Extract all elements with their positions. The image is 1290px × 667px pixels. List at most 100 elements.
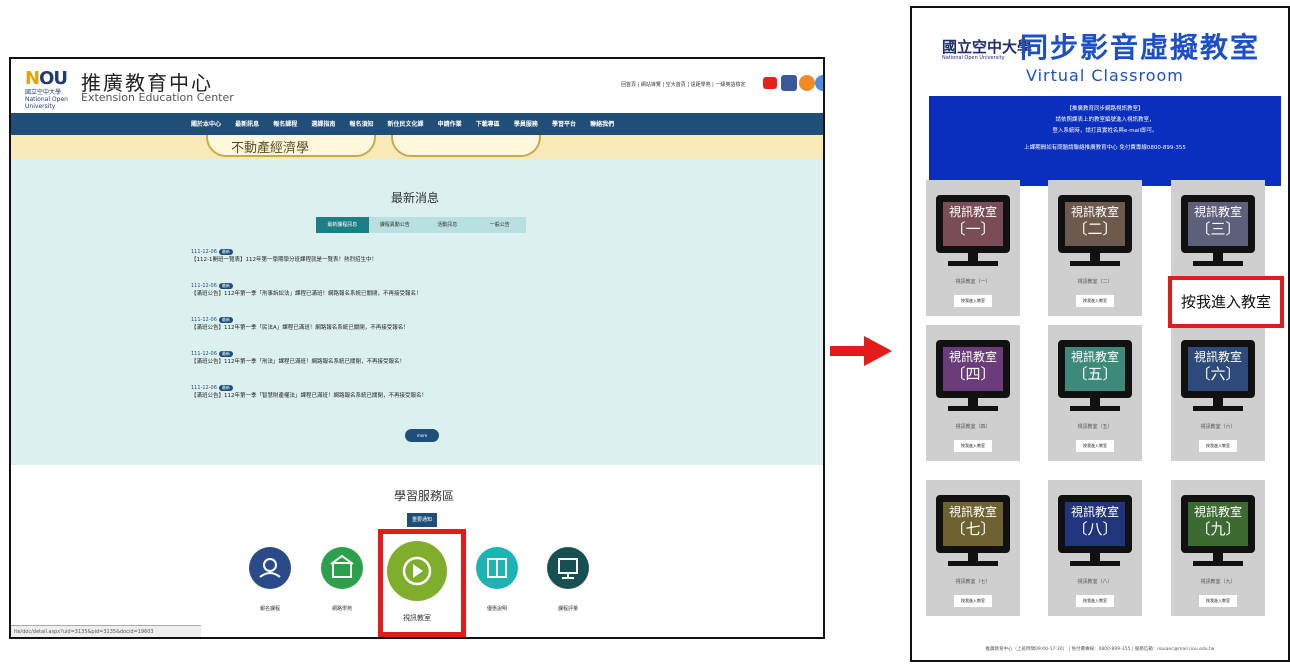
- classroom-card[interactable]: 視訊教室 〔八〕視訊教室（八） 按我進入教室: [1048, 480, 1142, 616]
- monitor-stand: [1213, 553, 1223, 561]
- course-banner[interactable]: 不動產經濟學: [11, 135, 823, 159]
- tab-events[interactable]: 活動訊息: [421, 217, 474, 233]
- nav-item-apply[interactable]: 申請作業: [438, 121, 462, 128]
- classroom-card[interactable]: 視訊教室 〔四〕 視訊教室（四） 按我進入教室: [926, 325, 1020, 461]
- virtual-classroom-screenshot: 國立空中大學 National Open University 同步影音虛擬教室…: [910, 6, 1290, 662]
- nav-item-culture[interactable]: 新住民文化課: [388, 121, 424, 128]
- news-text[interactable]: 【滿班公告】112年第一季「刑事訴訟法」課程已滿班！網路報名系統已關閉，不再接受…: [191, 291, 422, 297]
- new-badge: 最新: [218, 249, 233, 255]
- monitor-stand: [968, 253, 978, 261]
- classroom-screen: 視訊教室 〔六〕: [1188, 347, 1248, 391]
- monitor-icon[interactable]: 視訊教室 〔四〕: [936, 340, 1010, 398]
- enter-classroom-callout[interactable]: 按我進入教室: [1168, 276, 1284, 328]
- news-item[interactable]: 111-12-06 最新 【滿班公告】112年第一季「智慧財產權法」課程已滿班！網…: [191, 385, 427, 399]
- monitor-stand: [1213, 253, 1223, 261]
- monitor-base: [948, 561, 998, 566]
- important-notice-button[interactable]: 重要通知: [407, 513, 437, 527]
- nav-item-guide[interactable]: 選課指南: [311, 121, 335, 128]
- enter-classroom-button[interactable]: 按我進入教室: [1199, 440, 1237, 452]
- classroom-label: 視訊教室（九）: [1200, 579, 1236, 585]
- classroom-title: 視訊教室: [1070, 205, 1119, 219]
- enter-classroom-button[interactable]: 按我進入教室: [1076, 595, 1114, 607]
- nav-item-about[interactable]: 關於本中心: [191, 121, 221, 128]
- new-badge: 最新: [218, 385, 233, 391]
- monitor-icon[interactable]: 視訊教室 〔一〕: [936, 195, 1010, 253]
- highlight-box: [378, 529, 466, 637]
- classroom-label: 視訊教室（八）: [1077, 579, 1113, 585]
- nav-item-service[interactable]: 學員服務: [514, 121, 538, 128]
- monitor-icon[interactable]: 視訊教室 〔三〕: [1181, 195, 1255, 253]
- nav-item-contact[interactable]: 聯絡我們: [590, 121, 614, 128]
- search-icon[interactable]: [815, 75, 823, 91]
- news-text[interactable]: 【滿班公告】112年第一季「智慧財產權法」課程已滿班！網路報名系統已關閉，不再接…: [191, 393, 427, 399]
- online-school-icon[interactable]: [321, 547, 363, 589]
- top-links[interactable]: 回首頁 | 網站導覽 | 空大首頁 | 遠距學苑 | 一級英語檢定: [621, 81, 745, 88]
- enter-classroom-button[interactable]: 按我進入教室: [1199, 595, 1237, 607]
- monitor-icon[interactable]: 視訊教室 〔二〕: [1058, 195, 1132, 253]
- monitor-icon[interactable]: 視訊教室 〔七〕: [936, 495, 1010, 553]
- classroom-card[interactable]: 視訊教室 〔二〕視訊教室（二） 按我進入教室: [1048, 180, 1142, 316]
- classroom-screen: 視訊教室 〔八〕: [1065, 502, 1125, 546]
- footer-contact: 推廣教育中心（上班時間09:00-17:30） | 免付費專線：0800-899…: [985, 647, 1215, 652]
- more-button[interactable]: more: [405, 429, 439, 442]
- tab-latest-courses[interactable]: 最新課程訊息: [316, 217, 369, 233]
- new-badge: 最新: [218, 283, 233, 289]
- register-course-icon[interactable]: [249, 547, 291, 589]
- enter-classroom-button[interactable]: 按我進入教室: [1076, 295, 1114, 307]
- tab-course-changes[interactable]: 課程異動公告: [369, 217, 422, 233]
- classroom-label: 視訊教室（七）: [955, 579, 991, 585]
- monitor-icon[interactable]: 視訊教室 〔八〕: [1058, 495, 1132, 553]
- news-date: 111-12-06: [191, 249, 217, 255]
- enter-classroom-button[interactable]: 按我進入教室: [954, 440, 992, 452]
- tab-general[interactable]: 一般公告: [474, 217, 527, 233]
- banner-text: 不動產經濟學: [231, 141, 310, 156]
- share-icon[interactable]: [799, 75, 815, 91]
- facebook-icon[interactable]: [781, 75, 797, 91]
- site-title-en: Extension Education Center: [81, 91, 234, 104]
- classroom-number: 〔九〕: [1195, 520, 1241, 538]
- enter-classroom-button[interactable]: 按我進入教室: [954, 295, 992, 307]
- classroom-screen: 視訊教室 〔一〕: [943, 202, 1003, 246]
- news-section: 最新消息 最新課程訊息 課程異動公告 活動訊息 一般公告 111-12-06 最新…: [11, 159, 823, 465]
- classroom-card[interactable]: 視訊教室 〔七〕視訊教室（七） 按我進入教室: [926, 480, 1020, 616]
- monitor-icon[interactable]: [547, 547, 589, 589]
- nou-logo[interactable]: NOU: [25, 68, 68, 89]
- classroom-card[interactable]: 視訊教室 〔六〕 視訊教室（六） 按我進入教室: [1171, 325, 1265, 461]
- nav-item-platform[interactable]: 學習平台: [552, 121, 576, 128]
- notice-panel: 【推廣教育同步網路視訊教室】 請依照課表上的教室編號進入視訊教室， 登入系統時，…: [929, 96, 1281, 186]
- nav-item-courses[interactable]: 報名課程: [273, 121, 297, 128]
- news-item[interactable]: 111-12-06 最新 【滿班公告】112年第一季「刑事訴訟法」課程已滿班！網路…: [191, 283, 422, 297]
- classroom-title: 視訊教室: [1070, 350, 1119, 364]
- enter-classroom-button[interactable]: 按我進入教室: [1076, 440, 1114, 452]
- service-label: 網路學苑: [331, 606, 352, 612]
- status-bar-url: ite/doc/detail.aspx?uid=3135&pid=3135&do…: [11, 625, 201, 637]
- classroom-label: 視訊教室（二）: [1077, 279, 1113, 285]
- enter-classroom-button[interactable]: 按我進入教室: [954, 595, 992, 607]
- nav-item-news[interactable]: 最新訊息: [235, 121, 259, 128]
- book-icon[interactable]: [476, 547, 518, 589]
- monitor-icon[interactable]: 視訊教室 〔九〕: [1181, 495, 1255, 553]
- classroom-title: 視訊教室: [1193, 350, 1242, 364]
- news-item[interactable]: 111-12-06 最新 【滿班公告】112年第一季「民法A」課程已滿班！網路報名…: [191, 317, 409, 331]
- news-tabs: 最新課程訊息 課程異動公告 活動訊息 一般公告: [316, 217, 526, 233]
- classroom-card[interactable]: 視訊教室 〔五〕 視訊教室（五） 按我進入教室: [1048, 325, 1142, 461]
- news-item[interactable]: 111-12-06 最新 【滿班公告】112年第一季「刑法」課程已滿班！網路報名系…: [191, 351, 405, 365]
- news-text[interactable]: 【112-1開班一覽表】112年第一學期學分班課程就是一覽表！熱烈招生中！: [191, 257, 377, 263]
- news-text[interactable]: 【滿班公告】112年第一季「民法A」課程已滿班！網路報名系統已關閉，不再接受報名…: [191, 325, 409, 331]
- notice-line: 上課期間如有問題請聯絡推廣教育中心 免付費專線0800-899-355: [1024, 145, 1186, 151]
- news-text[interactable]: 【滿班公告】112年第一季「刑法」課程已滿班！網路報名系統已關閉，不再接受報名！: [191, 359, 405, 365]
- new-badge: 最新: [218, 351, 233, 357]
- classroom-card[interactable]: 視訊教室 〔九〕視訊教室（九） 按我進入教室: [1171, 480, 1265, 616]
- classroom-number: 〔二〕: [1072, 220, 1118, 238]
- monitor-icon[interactable]: 視訊教室 〔五〕: [1058, 340, 1132, 398]
- classroom-card[interactable]: 視訊教室 〔一〕 視訊教室（一） 按我進入教室: [926, 180, 1020, 316]
- news-item[interactable]: 111-12-06 最新 【112-1開班一覽表】112年第一學期學分班課程就是一…: [191, 249, 377, 263]
- classroom-number: 〔一〕: [950, 220, 996, 238]
- monitor-icon[interactable]: 視訊教室 〔六〕: [1181, 340, 1255, 398]
- nav-item-download[interactable]: 下載專區: [476, 121, 500, 128]
- monitor-stand: [1090, 553, 1100, 561]
- youtube-icon[interactable]: [763, 77, 777, 89]
- nav-item-notice[interactable]: 報名須知: [349, 121, 373, 128]
- banner-card: [391, 135, 541, 157]
- main-nav: 關於本中心 最新訊息 報名課程 選課指南 報名須知 新住民文化課 申請作業 下載…: [11, 113, 823, 135]
